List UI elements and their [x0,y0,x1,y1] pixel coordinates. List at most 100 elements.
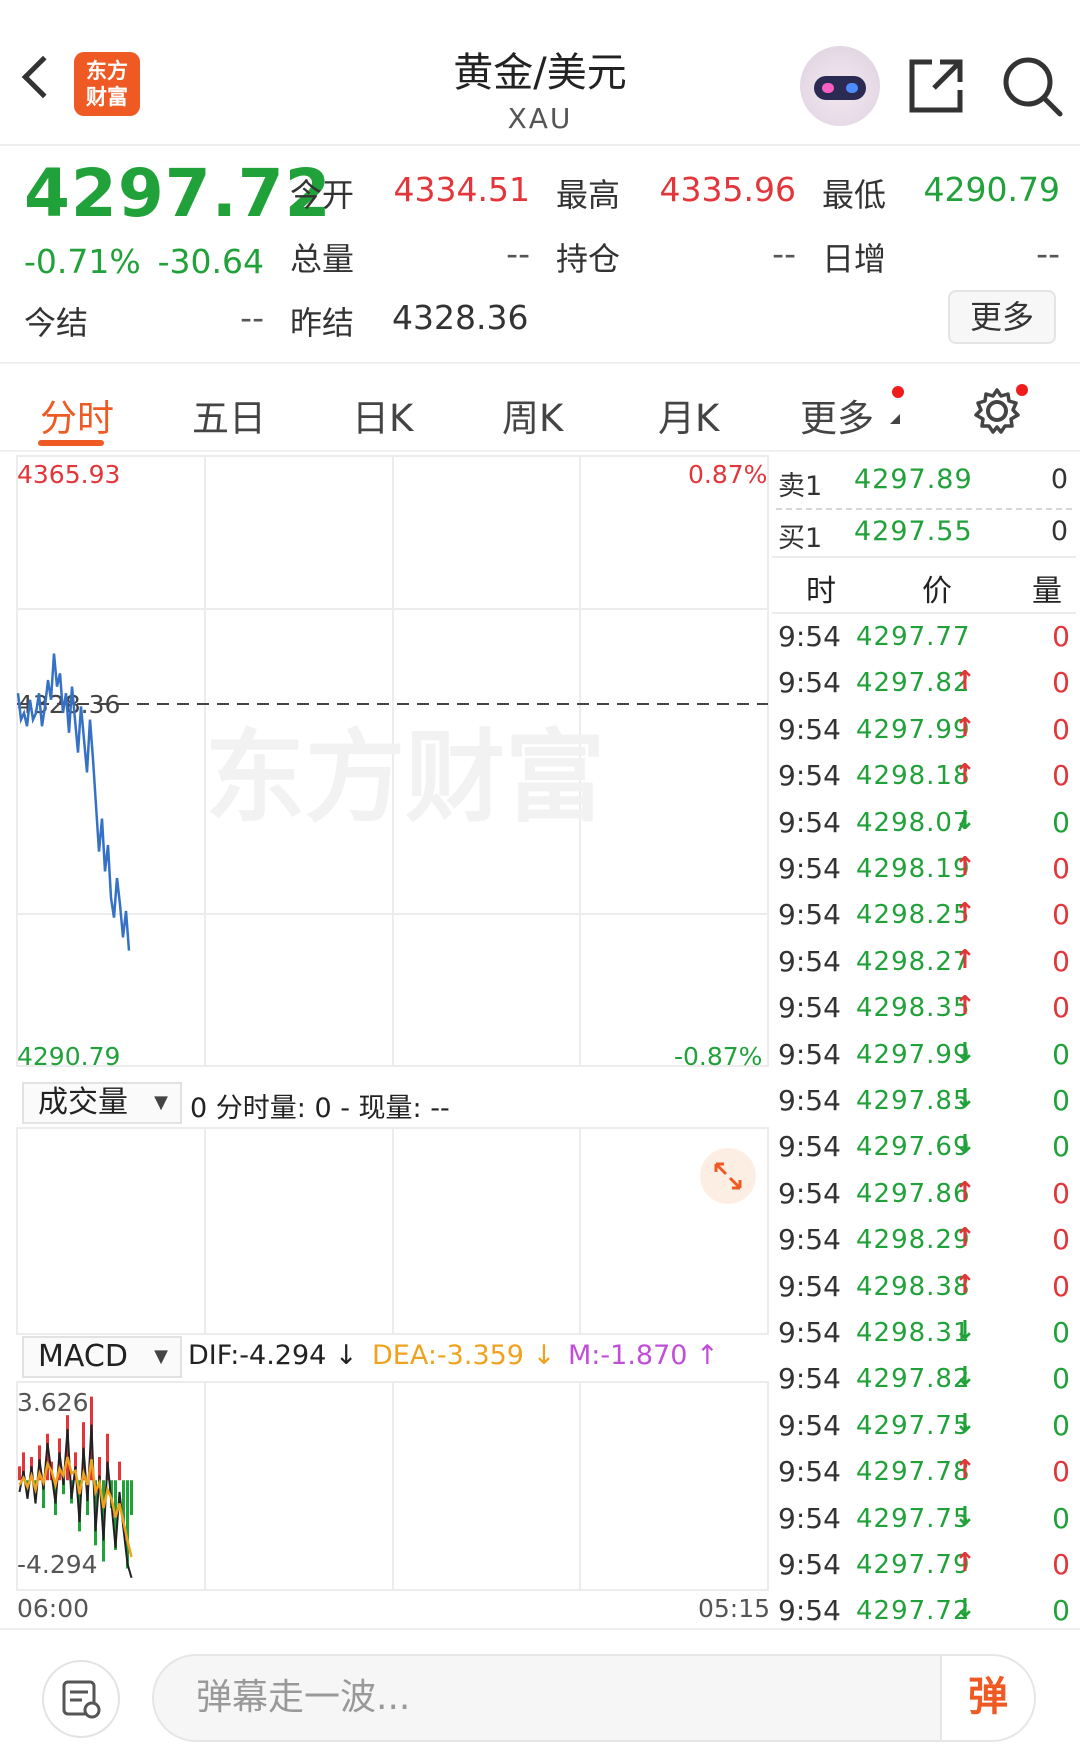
danmu-send-button[interactable]: 弹 [940,1656,1034,1740]
dropdown-caret-icon: ▼ [154,1346,168,1367]
change-amount: -30.64 [157,242,264,281]
ask-row: 卖1 4297.89 0 [776,462,1072,502]
change-percent: -0.71% [24,242,141,281]
macd-bar [130,1480,133,1516]
tick-time: 9:54 [778,1084,841,1117]
low-label: 最低 [822,176,887,214]
y-axis-top: 4365.93 [17,460,121,489]
tick-volume: 0 [1052,1176,1070,1210]
tick-volume: 0 [1052,1594,1070,1628]
order-book-divider [776,508,1072,510]
tick-time: 9:54 [778,620,841,653]
tab-five-day[interactable]: 五日 [192,388,266,442]
volume-info: 0 分时量: 0 - 现量: -- [190,1093,450,1124]
tick-row: 9:54 4298.29 ↑ 0 [776,1223,1072,1269]
danmu-input[interactable]: 弹幕走一波... [152,1654,1036,1742]
col-time: 时 [806,574,836,609]
tick-volume: 0 [1052,1548,1070,1581]
tick-direction-icon: ↑ [954,1269,976,1300]
danmu-settings-button[interactable] [42,1660,120,1738]
tick-row: 9:54 4297.82 ↑ 0 [776,666,1072,712]
tick-row: 9:54 4297.82 ↓ 0 [776,1362,1072,1408]
tick-row: 9:54 4298.27 ↑ 0 [776,945,1072,991]
tick-volume: 0 [1052,1455,1070,1489]
tick-volume: 0 [1052,852,1070,885]
tick-time: 9:54 [778,1316,841,1349]
tab-monthly-k[interactable]: 月K [658,388,719,442]
tick-direction-icon: ↑ [954,1455,976,1486]
settings-gear-icon[interactable] [972,386,1022,436]
indicator-selector-macd[interactable]: MACD ▼ [22,1336,182,1378]
macd-y-bottom: -4.294 [17,1550,98,1579]
tick-volume: 0 [1052,1362,1070,1396]
more-dropdown-icon [890,414,900,424]
tick-row: 9:54 4298.07 ↓ 0 [776,806,1072,852]
assistant-robot-icon[interactable] [800,46,880,126]
ask-price: 4297.89 [854,464,973,495]
tick-volume: 0 [1052,1223,1070,1257]
tick-time: 9:54 [778,712,841,746]
tick-direction-icon: ↑ [954,991,976,1022]
tick-volume: 0 [1052,759,1070,793]
tick-volume: 0 [1052,991,1070,1025]
ticks-divider [772,612,1076,614]
tick-volume: 0 [1052,805,1070,839]
bid-label: 买1 [778,523,823,554]
tick-direction-icon: ↓ [954,1362,976,1393]
x-axis-end: 05:15 [698,1594,771,1623]
high-value: 4335.96 [659,170,796,209]
indicator-selector-volume[interactable]: 成交量 ▼ [22,1082,182,1124]
open-label: 今开 [290,176,355,214]
tick-direction-icon: ↑ [954,759,976,790]
more-quote-button[interactable]: 更多 [948,290,1056,344]
settle-label: 今结 [24,304,89,342]
tick-direction-icon: ↓ [954,1408,976,1439]
tick-row: 9:54 4297.99 ↑ 0 [776,713,1072,759]
tick-volume: 0 [1052,898,1070,932]
bid-volume: 0 [1050,516,1068,547]
tab-intraday[interactable]: 分时 [40,388,114,442]
tick-direction-icon: ↑ [954,1223,976,1254]
tab-daily-k[interactable]: 日K [352,388,413,442]
position-label: 持仓 [556,240,621,278]
bid-price: 4297.55 [854,516,973,547]
tick-volume: 0 [1052,712,1070,746]
open-value: 4334.51 [393,170,530,209]
tick-direction-icon: ↑ [954,852,976,882]
tick-volume: 0 [1052,1084,1070,1117]
tab-more[interactable]: 更多 [800,388,874,442]
high-label: 最高 [556,176,621,214]
tick-time: 9:54 [778,1130,841,1164]
tick-volume: 0 [1052,620,1070,653]
fullscreen-toggle-button[interactable] [700,1148,756,1204]
volume-selector-label: 成交量 [38,1085,128,1120]
low-value: 4290.79 [923,170,1060,209]
tick-price: 4297.77 [856,622,971,652]
bottom-bar: 弹幕走一波... 弹 [0,1628,1080,1759]
tick-time: 9:54 [778,1548,841,1581]
tick-volume: 0 [1052,1501,1070,1535]
more-badge-dot [892,386,904,398]
share-icon[interactable] [906,56,966,116]
col-price: 价 [922,574,952,609]
tick-volume: 0 [1052,1316,1070,1349]
tick-row: 9:54 4297.78 ↑ 0 [776,1455,1072,1501]
macd-y-top: 3.626 [17,1388,89,1417]
tick-direction-icon: ↑ [954,666,976,697]
price-grid [16,455,769,1591]
tick-time: 9:54 [778,805,841,839]
tick-row: 9:54 4297.86 ↑ 0 [776,1177,1072,1223]
tick-time: 9:54 [778,1408,841,1442]
tick-volume: 0 [1052,1130,1070,1164]
tab-weekly-k[interactable]: 周K [502,388,563,442]
danmu-settings-icon [62,1680,101,1719]
ask-label: 卖1 [778,471,823,502]
position-value: -- [772,234,796,273]
tick-time: 9:54 [778,898,841,932]
last-price: 4297.72 [24,155,332,232]
intraday-chart[interactable]: 东方财富 4328.36 [0,452,770,1628]
daily-increase-label: 日增 [822,240,887,278]
settle-value: -- [240,298,264,337]
search-icon[interactable] [1000,54,1064,118]
tick-row: 9:54 4298.19 ↑ 0 [776,852,1072,898]
